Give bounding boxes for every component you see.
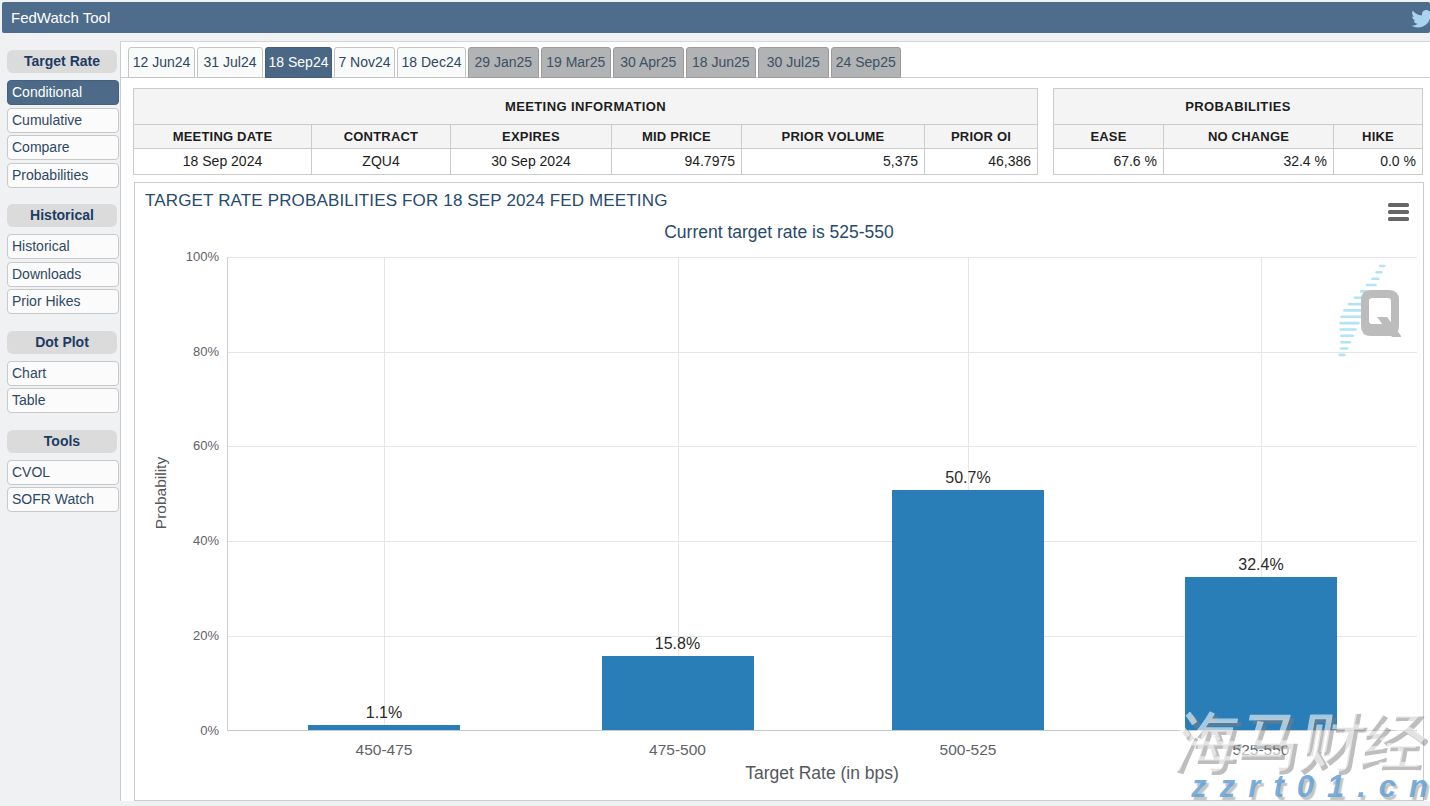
menu-bar <box>1388 217 1409 221</box>
plot-area: 0%20%40%60%80%100%1.1%450-47515.8%475-50… <box>227 257 1417 731</box>
bar-525-550 <box>1185 577 1337 730</box>
sidebar-item-conditional[interactable]: Conditional <box>7 80 119 105</box>
meeting-tabs: 12 Jun2431 Jul2418 Sep247 Nov2418 Dec242… <box>128 47 903 78</box>
quikstrike-watermark-icon <box>1329 261 1401 361</box>
tab-30-apr25[interactable]: 30 Apr25 <box>613 47 684 78</box>
probability-chart: TARGET RATE PROBABILITIES FOR 18 SEP 202… <box>134 182 1424 801</box>
chart-title: TARGET RATE PROBABILITIES FOR 18 SEP 202… <box>145 191 668 211</box>
meeting-information-table: MEETING INFORMATION MEETING DATECONTRACT… <box>133 88 1038 175</box>
cell-no-change: 32.4 % <box>1164 149 1334 174</box>
cell-ease: 67.6 % <box>1054 149 1164 174</box>
bar-label-525-550: 32.4% <box>1201 556 1321 574</box>
tab-29-jan25[interactable]: 29 Jan25 <box>468 47 539 78</box>
sidebar-item-cumulative[interactable]: Cumulative <box>7 108 119 133</box>
gridline-y-100 <box>228 257 1417 258</box>
bar-475-500 <box>602 656 754 731</box>
tab-19-mar25[interactable]: 19 Mar25 <box>541 47 612 78</box>
bar-label-450-475: 1.1% <box>324 704 444 722</box>
sidebar-item-probabilities[interactable]: Probabilities <box>7 163 119 188</box>
x-tick-label-500-525: 500-525 <box>908 741 1028 759</box>
gridline-x-0 <box>384 257 385 730</box>
tab-12-jun24[interactable]: 12 Jun24 <box>128 47 195 78</box>
app-title: FedWatch Tool <box>11 2 110 33</box>
top-bar: FedWatch Tool <box>2 2 1430 33</box>
sidebar-item-cvol[interactable]: CVOL <box>7 460 119 485</box>
x-tick-label-475-500: 475-500 <box>618 741 738 759</box>
tab-18-dec24[interactable]: 18 Dec24 <box>397 47 466 78</box>
twitter-icon[interactable] <box>1411 10 1430 28</box>
sidebar-group-gap <box>7 190 119 204</box>
sidebar-item-chart[interactable]: Chart <box>7 361 119 386</box>
column-header-contract: CONTRACT <box>312 125 451 149</box>
bar-450-475 <box>308 725 460 730</box>
sidebar-item-table[interactable]: Table <box>7 388 119 413</box>
y-tick-label-80: 80% <box>159 344 219 359</box>
tab-7-nov24[interactable]: 7 Nov24 <box>334 47 395 78</box>
sidebar-group-dot-plot: Dot Plot <box>7 331 117 354</box>
chart-context-menu-icon[interactable] <box>1388 203 1410 221</box>
cell-mid-price: 94.7975 <box>612 149 742 174</box>
bar-500-525 <box>892 490 1044 730</box>
tab-31-jul24[interactable]: 31 Jul24 <box>197 47 263 78</box>
cell-hike: 0.0 % <box>1334 149 1422 174</box>
probabilities-title: PROBABILITIES <box>1054 89 1422 125</box>
sidebar-item-sofr-watch[interactable]: SOFR Watch <box>7 487 119 512</box>
probabilities-table: PROBABILITIES EASENO CHANGEHIKE 67.6 %32… <box>1053 88 1423 175</box>
column-header-ease: EASE <box>1054 125 1164 149</box>
tab-24-sep25[interactable]: 24 Sep25 <box>831 47 902 78</box>
gridline-y-60 <box>228 446 1417 447</box>
sidebar-item-compare[interactable]: Compare <box>7 135 119 160</box>
meeting-information-title: MEETING INFORMATION <box>134 89 1037 125</box>
tab-18-jun25[interactable]: 18 Jun25 <box>686 47 757 78</box>
menu-bar <box>1388 210 1409 214</box>
menu-bar <box>1388 203 1409 207</box>
cell-prior-oi: 46,386 <box>925 149 1037 174</box>
column-header-prior-volume: PRIOR VOLUME <box>742 125 925 149</box>
bar-label-500-525: 50.7% <box>908 469 1028 487</box>
sidebar-group-gap <box>7 317 119 331</box>
probabilities-header-row: EASENO CHANGEHIKE <box>1054 125 1422 149</box>
probabilities-data-row: 67.6 %32.4 %0.0 % <box>1054 149 1422 174</box>
sidebar-item-prior-hikes[interactable]: Prior Hikes <box>7 289 119 314</box>
meeting-information-header-row: MEETING DATECONTRACTEXPIRESMID PRICEPRIO… <box>134 125 1037 149</box>
bar-label-475-500: 15.8% <box>618 635 738 653</box>
x-axis-title: Target Rate (in bps) <box>662 763 982 784</box>
sidebar: Target Rate Conditional CumulativeCompare P… <box>7 50 119 515</box>
sidebar-group-gap <box>7 416 119 430</box>
chart-subtitle: Current target rate is 525-550 <box>135 222 1423 243</box>
x-tick-label-450-475: 450-475 <box>324 741 444 759</box>
y-tick-label-0: 0% <box>159 723 219 738</box>
y-tick-label-20: 20% <box>159 628 219 643</box>
cell-expires: 30 Sep 2024 <box>451 149 612 174</box>
column-header-prior-oi: PRIOR OI <box>925 125 1037 149</box>
sidebar-group-historical: Historical <box>7 204 117 227</box>
tab-30-jul25[interactable]: 30 Jul25 <box>758 47 829 78</box>
column-header-meeting-date: MEETING DATE <box>134 125 312 149</box>
column-header-expires: EXPIRES <box>451 125 612 149</box>
sidebar-group-target-rate: Target Rate <box>7 50 117 73</box>
cell-meeting-date: 18 Sep 2024 <box>134 149 312 174</box>
gridline-y-80 <box>228 352 1417 353</box>
cell-contract: ZQU4 <box>312 149 451 174</box>
cell-prior-volume: 5,375 <box>742 149 925 174</box>
column-header-hike: HIKE <box>1334 125 1422 149</box>
y-tick-label-100: 100% <box>159 249 219 264</box>
column-header-mid-price: MID PRICE <box>612 125 742 149</box>
x-tick-label-525-550: 525-550 <box>1201 741 1321 759</box>
gridline-y-40 <box>228 541 1417 542</box>
sidebar-item-historical[interactable]: Historical <box>7 234 119 259</box>
sidebar-group-tools: Tools <box>7 430 117 453</box>
meeting-information-data-row: 18 Sep 2024ZQU430 Sep 202494.79755,37546… <box>134 149 1037 174</box>
tab-18-sep24[interactable]: 18 Sep24 <box>265 47 332 78</box>
sidebar-item-downloads[interactable]: Downloads <box>7 262 119 287</box>
column-header-no-change: NO CHANGE <box>1164 125 1334 149</box>
y-axis-title: Probability <box>152 433 170 553</box>
